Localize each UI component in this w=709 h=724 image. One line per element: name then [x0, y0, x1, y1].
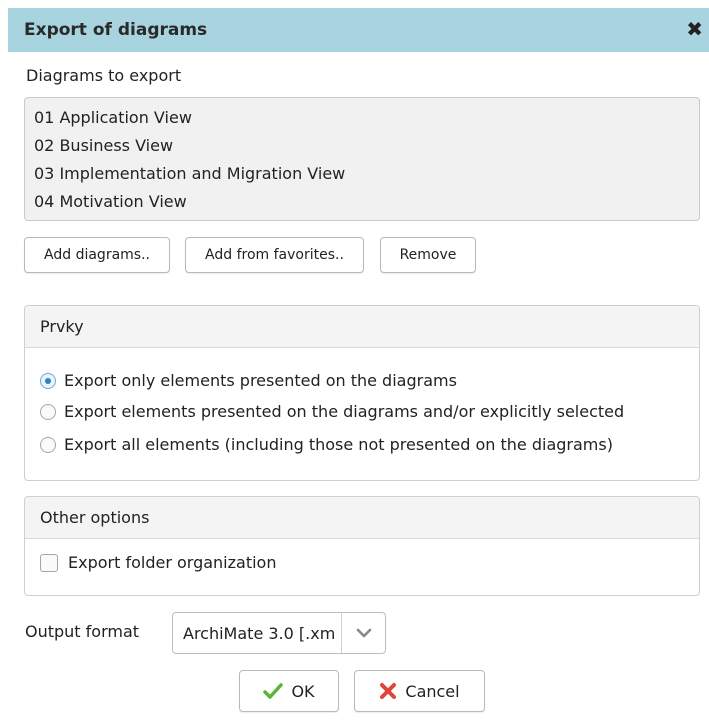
output-format-value: ArchiMate 3.0 [.xm: [183, 624, 336, 643]
radio-button[interactable]: [40, 436, 56, 453]
export-dialog: Export of diagrams ✖ Diagrams to export …: [0, 0, 709, 724]
radio-button[interactable]: [40, 403, 56, 420]
radio-option-presented[interactable]: Export only elements presented on the di…: [40, 371, 457, 390]
list-item[interactable]: 04 Motivation View: [34, 188, 699, 216]
output-format-select[interactable]: ArchiMate 3.0 [.xm: [172, 612, 386, 654]
diagrams-list[interactable]: 01 Application View 02 Business View 03 …: [24, 97, 700, 221]
dialog-title: Export of diagrams: [24, 20, 208, 40]
elements-panel: Prvky Export only elements presented on …: [24, 305, 700, 481]
output-format-label: Output format: [25, 622, 140, 641]
close-icon[interactable]: ✖: [686, 17, 703, 41]
radio-label: Export elements presented on the diagram…: [64, 402, 625, 421]
chevron-down-icon[interactable]: [341, 613, 385, 653]
list-item[interactable]: 02 Business View: [34, 132, 699, 160]
folder-organization-checkbox[interactable]: [40, 553, 58, 572]
add-from-favorites-button[interactable]: Add from favorites..: [185, 237, 364, 273]
ok-label: OK: [291, 681, 315, 701]
elements-panel-title: Prvky: [25, 306, 699, 348]
checkmark-icon: [263, 683, 284, 699]
remove-button[interactable]: Remove: [380, 237, 476, 273]
folder-organization-option[interactable]: Export folder organization: [40, 553, 276, 572]
dialog-title-bar: Export of diagrams ✖: [8, 8, 709, 52]
checkbox-label: Export folder organization: [68, 553, 277, 572]
radio-label: Export only elements presented on the di…: [64, 371, 457, 390]
list-item[interactable]: 03 Implementation and Migration View: [34, 160, 699, 188]
other-options-panel: Other options Export folder organization: [24, 496, 700, 596]
list-item[interactable]: 01 Application View: [34, 104, 699, 132]
radio-button-selected[interactable]: [40, 372, 56, 389]
other-options-title: Other options: [25, 497, 699, 539]
cancel-label: Cancel: [405, 681, 460, 701]
add-diagrams-button[interactable]: Add diagrams..: [24, 237, 170, 273]
x-icon: [380, 683, 397, 699]
diagrams-label: Diagrams to export: [26, 66, 182, 85]
ok-button[interactable]: OK: [239, 670, 339, 712]
radio-option-presented-or-selected[interactable]: Export elements presented on the diagram…: [40, 402, 624, 421]
radio-option-all[interactable]: Export all elements (including those not…: [40, 435, 613, 454]
radio-label: Export all elements (including those not…: [64, 435, 613, 454]
cancel-button[interactable]: Cancel: [354, 670, 485, 712]
